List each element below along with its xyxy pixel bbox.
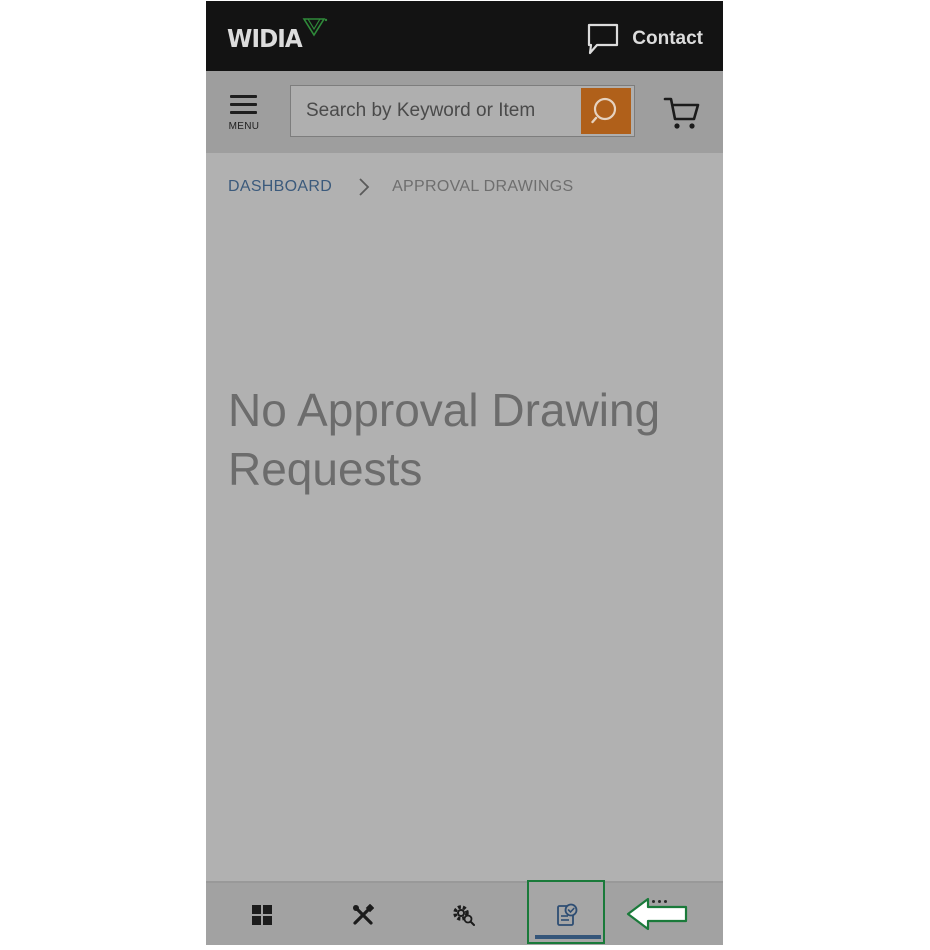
- empty-state-message: No Approval Drawing Requests: [228, 384, 661, 495]
- active-tab-indicator: [535, 935, 601, 939]
- gear-search-icon: [453, 905, 475, 926]
- search-button[interactable]: [581, 88, 631, 134]
- search-icon: [591, 97, 617, 124]
- chat-bubble-icon: [588, 23, 619, 55]
- nav-approval-drawings[interactable]: [527, 880, 605, 944]
- search-bar-row: MENU: [206, 71, 723, 153]
- cart-button[interactable]: [662, 93, 702, 133]
- search-input[interactable]: [291, 86, 581, 136]
- dashboard-grid-icon: [252, 905, 272, 925]
- breadcrumb-current: APPROVAL DRAWINGS: [392, 178, 574, 195]
- chevron-right-icon: [358, 177, 370, 197]
- breadcrumb: DASHBOARD APPROVAL DRAWINGS: [228, 177, 574, 197]
- top-bar: WIDIA Contact: [206, 1, 723, 71]
- annotation-arrow-icon: [626, 897, 688, 931]
- logo-triangle-icon: [302, 18, 328, 37]
- menu-label: MENU: [228, 121, 260, 132]
- approval-drawing-icon: [557, 903, 578, 926]
- widia-logo[interactable]: WIDIA: [227, 18, 328, 53]
- brand-name: WIDIA: [227, 23, 303, 53]
- tools-icon: [353, 904, 374, 925]
- nav-dashboard[interactable]: [227, 883, 297, 945]
- contact-button[interactable]: Contact: [586, 21, 703, 57]
- breadcrumb-dashboard-link[interactable]: DASHBOARD: [228, 178, 332, 196]
- cart-icon: [663, 97, 700, 129]
- nav-gear-search[interactable]: [428, 883, 498, 945]
- contact-label: Contact: [632, 28, 703, 49]
- nav-tools[interactable]: [328, 883, 398, 945]
- search-box: [290, 85, 635, 137]
- app-screen: WIDIA Contact MENU Search by Keyword or …: [206, 1, 723, 945]
- menu-button[interactable]: MENU: [226, 93, 262, 133]
